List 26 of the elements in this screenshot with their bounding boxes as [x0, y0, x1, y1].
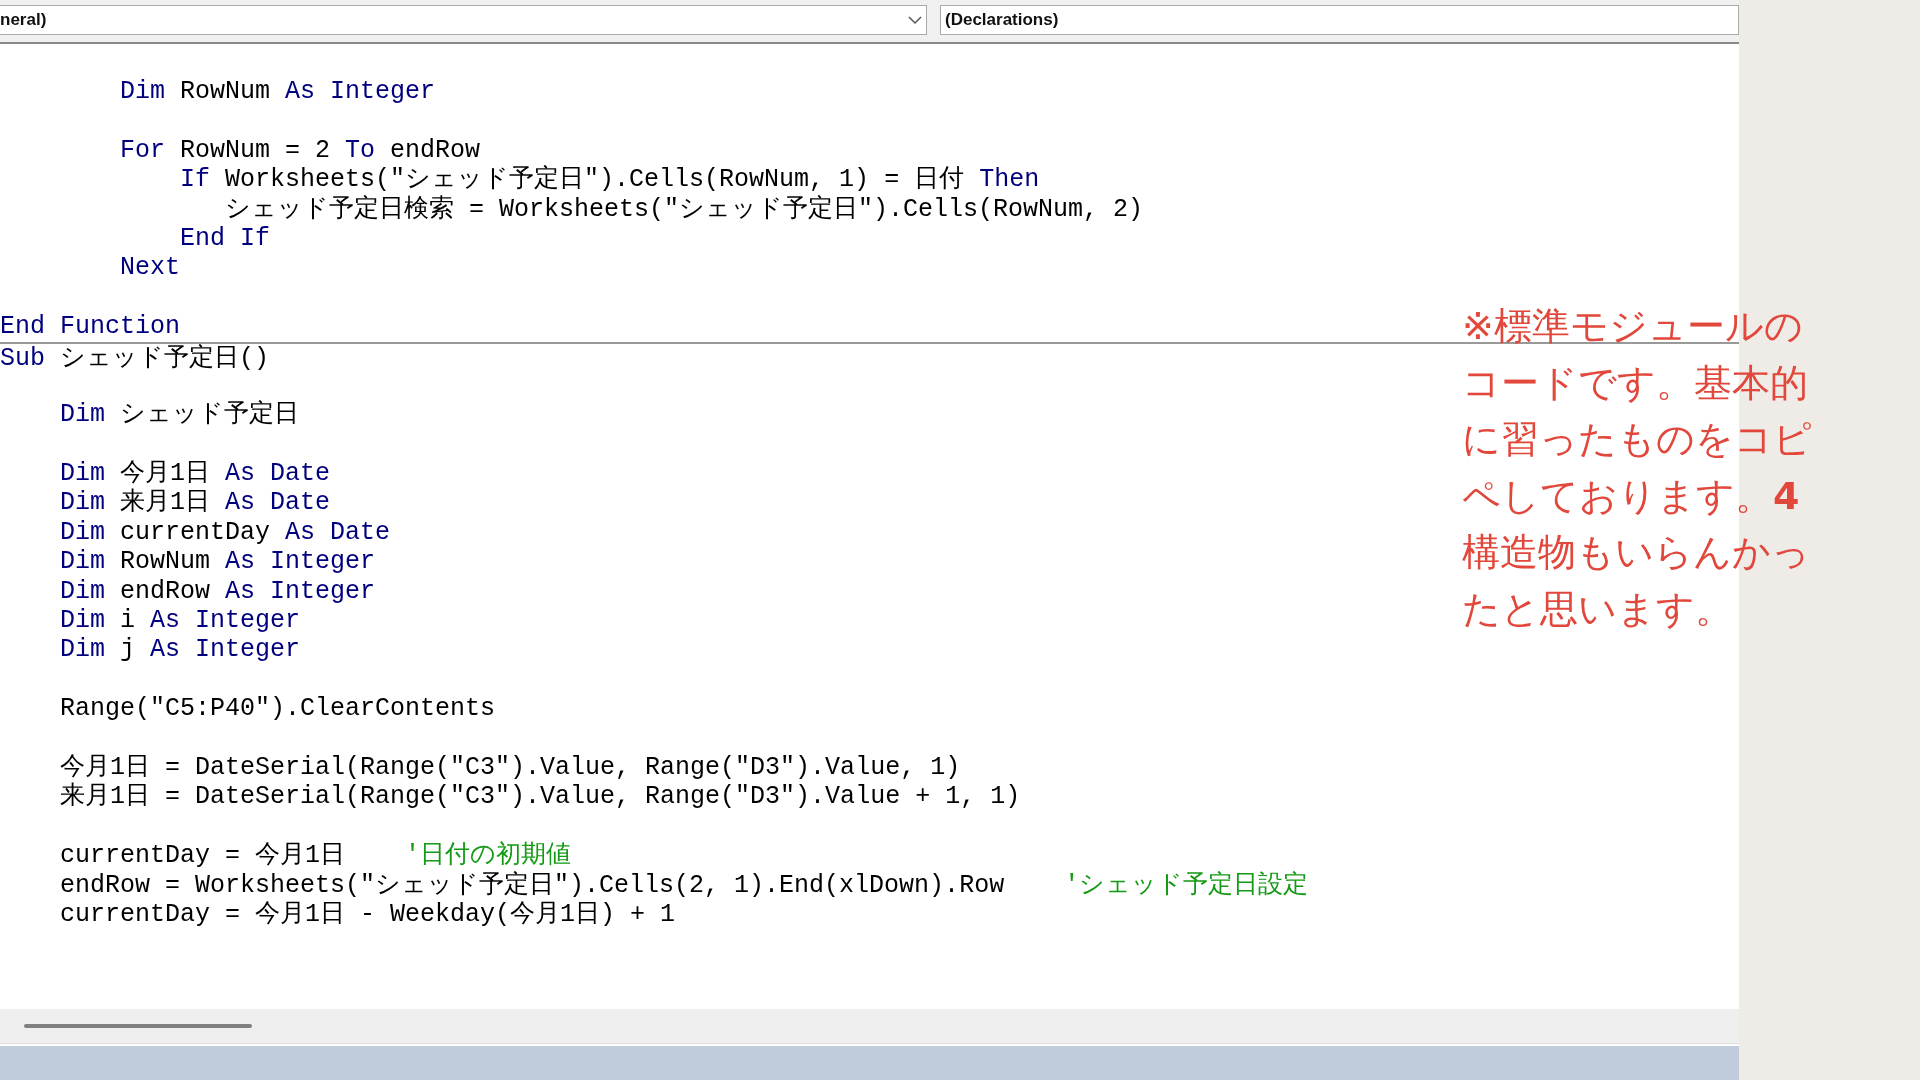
code-line: Range("C5:P40").ClearContents: [59, 694, 496, 724]
code-line: If Worksheets("シェッド予定日").Cells(RowNum, 1) = 日付 Then: [179, 165, 1040, 195]
code-line: End If: [179, 223, 271, 254]
code-line: currentDay = 今月1日 '日付の初期値: [59, 841, 572, 871]
code-line: Dim i As Integer: [59, 606, 301, 636]
code-line: For RowNum = 2 To endRow: [119, 135, 481, 166]
code-line: Dim RowNum As Integer: [119, 77, 436, 107]
code-line: currentDay = 今月1日 - Weekday(今月1日) + 1: [59, 899, 676, 930]
code-line: endRow = Worksheets("シェッド予定日").Cells(2, 1).End(xlDown).Row 'シェッド予定日設定: [59, 870, 1309, 900]
object-dropdown[interactable]: neral): [0, 5, 927, 35]
chevron-icon: [908, 15, 922, 25]
code-line: Dim endRow As Integer: [59, 576, 376, 607]
code-line: Next: [119, 253, 181, 283]
code-line: Dim シェッド予定日: [59, 400, 300, 430]
horizontal-scrollbar[interactable]: [0, 1009, 1739, 1044]
code-line: Dim 今月1日 As Date: [59, 459, 331, 489]
code-line: Dim j As Integer: [59, 635, 301, 665]
code-line: シェッド予定日検索 = Worksheets("シェッド予定日").Cells(RowNum, 2): [224, 194, 1144, 224]
code-line: Dim 来月1日 As Date: [59, 488, 331, 518]
code-line: Dim RowNum As Integer: [59, 547, 376, 577]
scrollbar-thumb[interactable]: [24, 1024, 252, 1028]
code-line: Dim currentDay As Date: [59, 517, 391, 548]
procedure-dropdown[interactable]: (Declarations): [940, 5, 1739, 35]
code-line: 今月1日 = DateSerial(Range("C3").Value, Range("D3").Value, 1): [59, 753, 961, 782]
code-line: 来月1日 = DateSerial(Range("C3").Value, Range("D3").Value + 1, 1): [59, 782, 1021, 812]
code-line: End Function: [0, 312, 181, 342]
